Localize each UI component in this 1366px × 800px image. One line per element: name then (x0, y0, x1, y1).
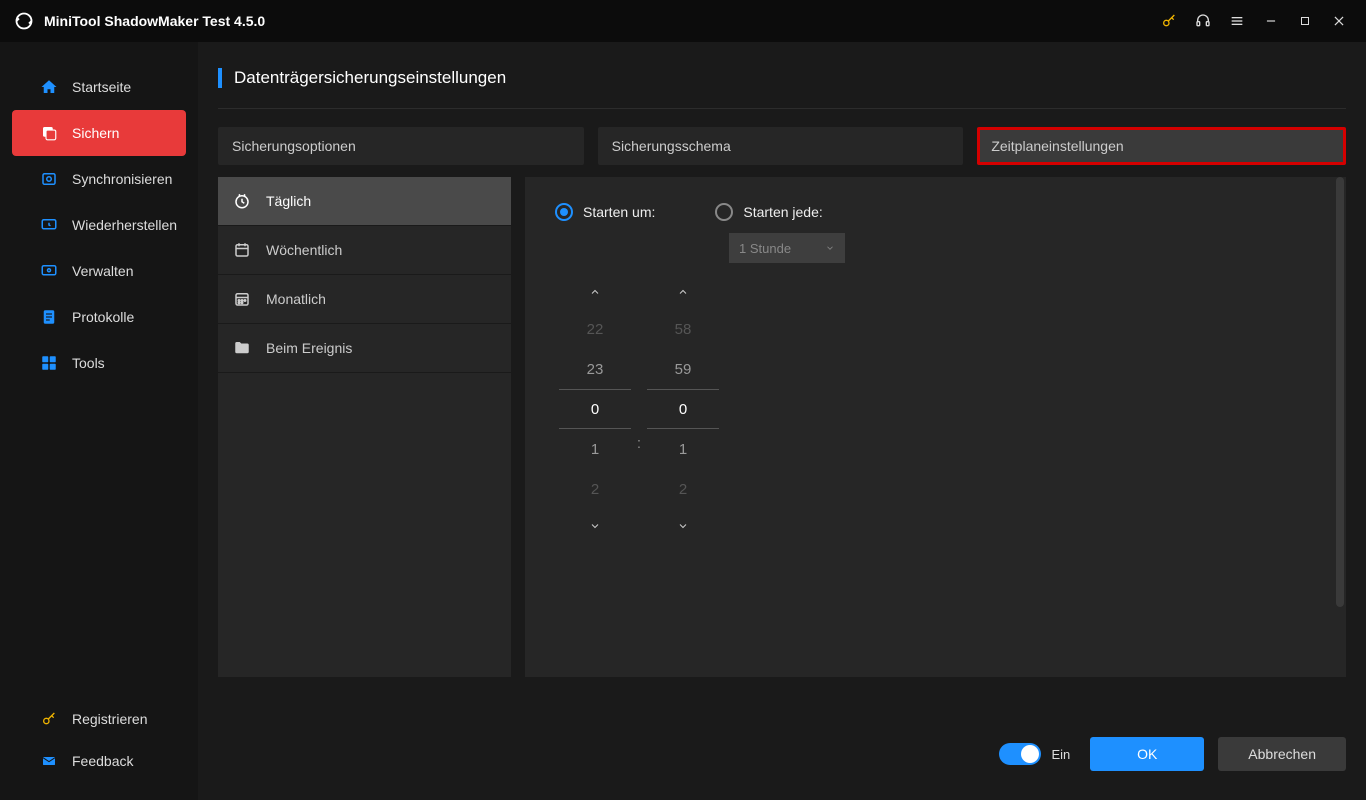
tools-icon (38, 352, 60, 374)
radio-start-every[interactable]: Starten jede: (715, 203, 822, 221)
sidebar-item-label: Verwalten (72, 263, 133, 279)
sidebar-item-label: Feedback (72, 753, 133, 769)
hour-down-button[interactable] (559, 509, 631, 543)
maximize-icon[interactable] (1292, 8, 1318, 34)
sidebar-item-label: Tools (72, 355, 105, 371)
time-separator: : (631, 423, 647, 463)
subtab-label: Wöchentlich (266, 242, 342, 258)
tabs: Sicherungsoptionen Sicherungsschema Zeit… (218, 127, 1346, 165)
hour-option[interactable]: 23 (559, 349, 631, 389)
sidebar: Startseite Sichern Synchronisieren Wiede… (0, 42, 198, 800)
ok-button[interactable]: OK (1090, 737, 1204, 771)
tab-label: Zeitplaneinstellungen (991, 138, 1123, 154)
title-accent-bar (218, 68, 222, 88)
sidebar-item-feedback[interactable]: Feedback (0, 740, 198, 782)
divider (218, 108, 1346, 109)
schedule-subtabs: Täglich Wöchentlich Monatlich Beim Ereig… (218, 177, 511, 677)
sync-icon (38, 168, 60, 190)
subtab-label: Täglich (266, 193, 311, 209)
subtab-woechentlich[interactable]: Wöchentlich (218, 226, 511, 275)
tab-label: Sicherungsschema (612, 138, 731, 154)
enable-toggle[interactable] (999, 743, 1041, 765)
time-picker: 22 23 0 1 2 : 58 59 0 1 2 (559, 275, 1316, 543)
sidebar-item-label: Startseite (72, 79, 131, 95)
hour-column: 22 23 0 1 2 (559, 275, 631, 543)
minute-option[interactable]: 2 (647, 469, 719, 509)
app-title: MiniTool ShadowMaker Test 4.5.0 (44, 13, 265, 29)
sidebar-item-protokolle[interactable]: Protokolle (0, 294, 198, 340)
tab-sicherungsschema[interactable]: Sicherungsschema (598, 127, 964, 165)
calendar-week-icon (232, 240, 252, 260)
sidebar-item-registrieren[interactable]: Registrieren (0, 698, 198, 740)
sidebar-item-sichern[interactable]: Sichern (12, 110, 186, 156)
titlebar: MiniTool ShadowMaker Test 4.5.0 (0, 0, 1366, 42)
sidebar-item-label: Registrieren (72, 711, 147, 727)
subtab-monatlich[interactable]: Monatlich (218, 275, 511, 324)
footer: Ein OK Abbrechen (198, 708, 1366, 800)
sidebar-item-label: Synchronisieren (72, 171, 172, 187)
minute-option[interactable]: 58 (647, 309, 719, 349)
register-key-icon (38, 708, 60, 730)
calendar-month-icon (232, 289, 252, 309)
logs-icon (38, 306, 60, 328)
toggle-label: Ein (1051, 747, 1070, 762)
minute-column: 58 59 0 1 2 (647, 275, 719, 543)
sidebar-item-startseite[interactable]: Startseite (0, 64, 198, 110)
page-title: Datenträgersicherungseinstellungen (218, 68, 1346, 88)
backup-icon (38, 122, 60, 144)
sidebar-item-label: Protokolle (72, 309, 134, 325)
minute-selected[interactable]: 0 (647, 389, 719, 429)
button-label: Abbrechen (1248, 746, 1316, 762)
radio-start-at[interactable]: Starten um: (555, 203, 655, 221)
main-panel: Datenträgersicherungseinstellungen Siche… (198, 42, 1366, 800)
panel-scrollbar[interactable] (1336, 177, 1344, 607)
sidebar-item-label: Sichern (72, 125, 119, 141)
tab-label: Sicherungsoptionen (232, 138, 356, 154)
minute-option[interactable]: 1 (647, 429, 719, 469)
sidebar-item-wiederherstellen[interactable]: Wiederherstellen (0, 202, 198, 248)
cancel-button[interactable]: Abbrechen (1218, 737, 1346, 771)
hour-up-button[interactable] (559, 275, 631, 309)
radio-label: Starten um: (583, 204, 655, 220)
chevron-down-icon (825, 243, 835, 253)
manage-icon (38, 260, 60, 282)
mail-icon (38, 750, 60, 772)
hour-option[interactable]: 2 (559, 469, 631, 509)
minute-option[interactable]: 59 (647, 349, 719, 389)
button-label: OK (1137, 746, 1157, 762)
hour-option[interactable]: 22 (559, 309, 631, 349)
radio-label: Starten jede: (743, 204, 822, 220)
headset-icon[interactable] (1190, 8, 1216, 34)
sidebar-item-verwalten[interactable]: Verwalten (0, 248, 198, 294)
subtab-filler (218, 373, 511, 677)
subtab-label: Monatlich (266, 291, 326, 307)
folder-icon (232, 338, 252, 358)
minute-down-button[interactable] (647, 509, 719, 543)
hour-option[interactable]: 1 (559, 429, 631, 469)
clock-icon (232, 191, 252, 211)
sidebar-item-synchronisieren[interactable]: Synchronisieren (0, 156, 198, 202)
hour-selected[interactable]: 0 (559, 389, 631, 429)
radio-circle-icon (715, 203, 733, 221)
interval-dropdown[interactable]: 1 Stunde (729, 233, 845, 263)
close-icon[interactable] (1326, 8, 1352, 34)
app-logo-icon (14, 11, 34, 31)
dropdown-value: 1 Stunde (739, 241, 791, 256)
page-title-text: Datenträgersicherungseinstellungen (234, 68, 506, 88)
radio-circle-icon (555, 203, 573, 221)
tab-zeitplaneinstellungen[interactable]: Zeitplaneinstellungen (977, 127, 1346, 165)
sidebar-item-label: Wiederherstellen (72, 217, 177, 233)
home-icon (38, 76, 60, 98)
tab-sicherungsoptionen[interactable]: Sicherungsoptionen (218, 127, 584, 165)
sidebar-item-tools[interactable]: Tools (0, 340, 198, 386)
minimize-icon[interactable] (1258, 8, 1284, 34)
menu-icon[interactable] (1224, 8, 1250, 34)
schedule-panel: Starten um: Starten jede: 1 Stunde 22 (525, 177, 1346, 677)
subtab-label: Beim Ereignis (266, 340, 352, 356)
subtab-taeglich[interactable]: Täglich (218, 177, 511, 226)
key-icon[interactable] (1156, 8, 1182, 34)
restore-icon (38, 214, 60, 236)
subtab-beim-ereignis[interactable]: Beim Ereignis (218, 324, 511, 373)
minute-up-button[interactable] (647, 275, 719, 309)
